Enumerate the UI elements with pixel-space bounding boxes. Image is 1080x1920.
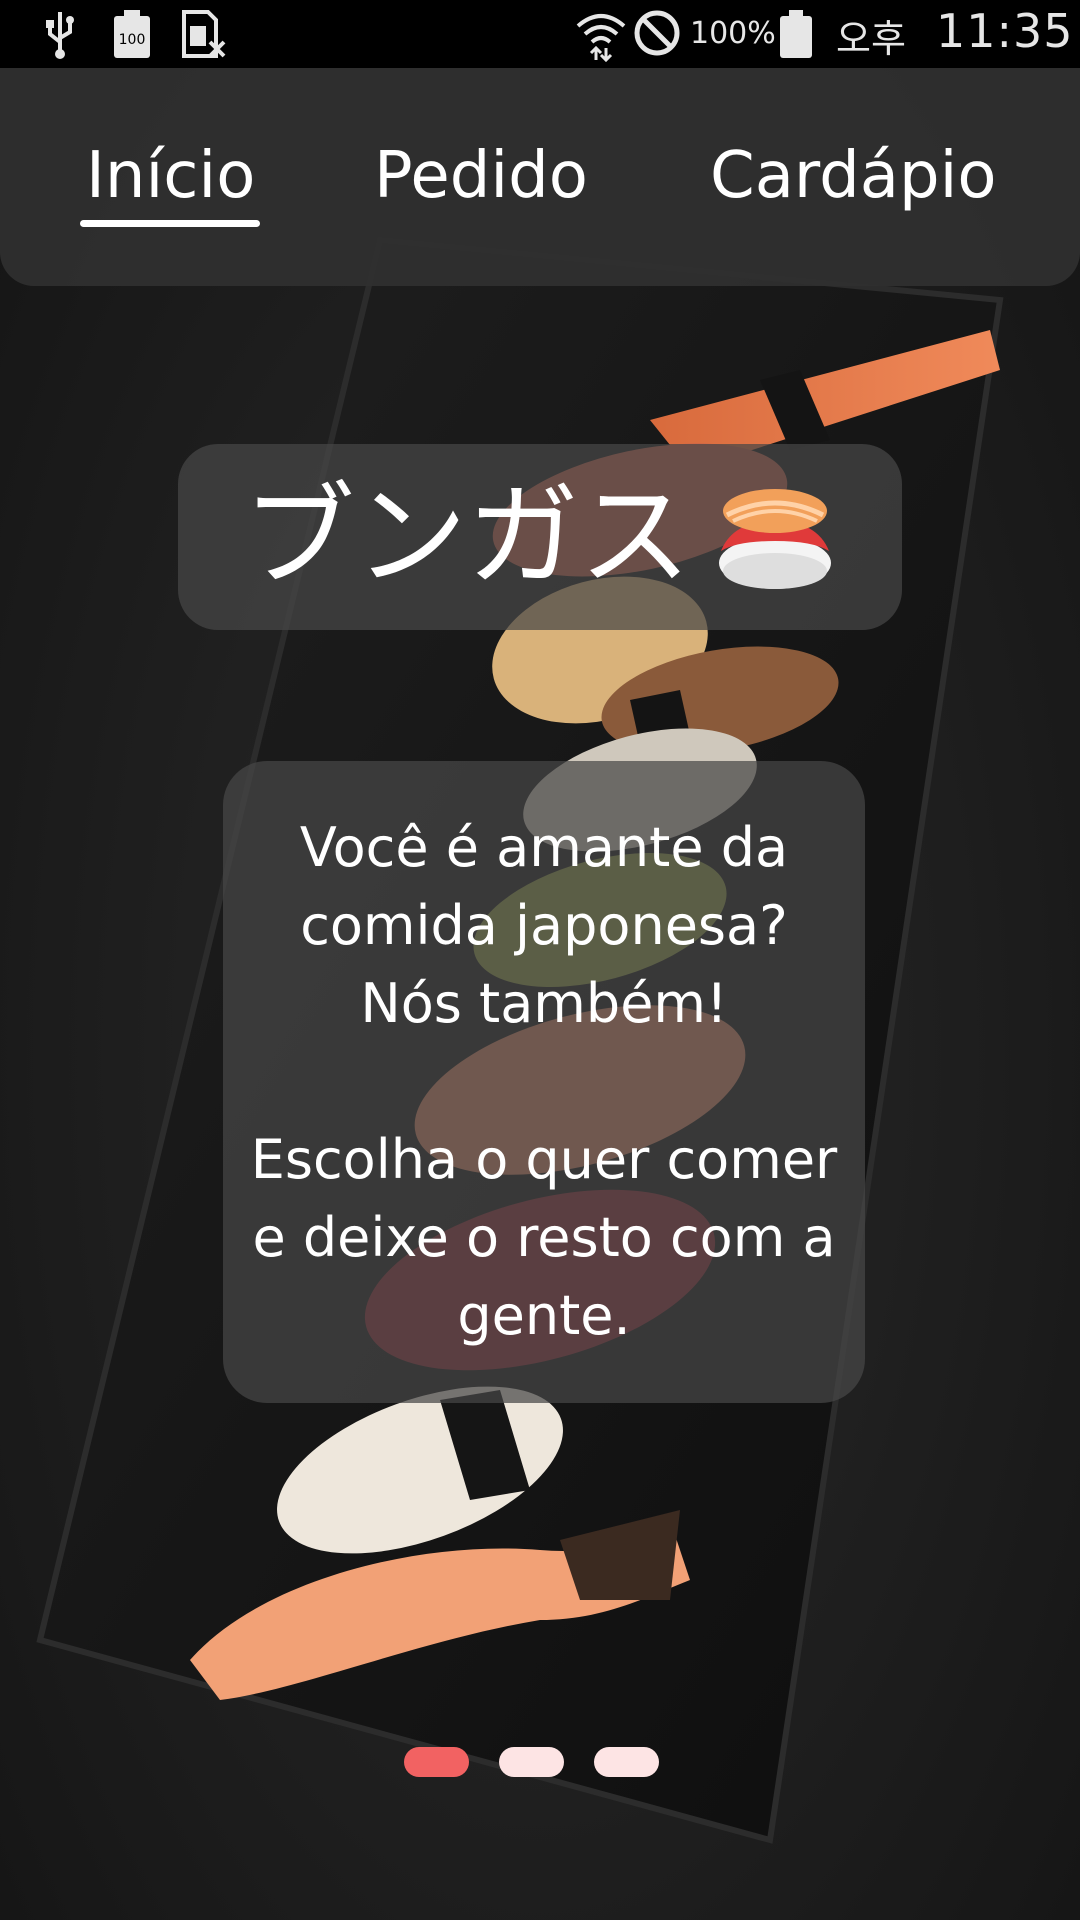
carousel-indicator	[404, 1747, 659, 1777]
app-screen: 100 100% 오후 11:35 Início Pedido Cardápio…	[0, 0, 1080, 1920]
intro-text-1: Você é amante da comida japonesa? Nós ta…	[299, 816, 789, 1035]
sushi-icon	[719, 489, 831, 589]
brand-title-card: ブンガス	[178, 444, 902, 630]
brand-title: ブンガス	[243, 472, 691, 602]
tab-pedido[interactable]: Pedido	[374, 138, 588, 214]
battery-percent: 100%	[690, 16, 776, 51]
battery-icon	[780, 10, 812, 58]
top-nav-bar: Início Pedido Cardápio	[0, 68, 1080, 286]
active-tab-indicator	[80, 220, 260, 227]
usb-icon	[46, 12, 74, 59]
wifi-icon	[576, 14, 626, 62]
do-not-disturb-icon	[634, 10, 680, 56]
battery-100-icon: 100	[114, 10, 150, 58]
intro-card: Você é amante da comida japonesa? Nós ta…	[223, 761, 865, 1403]
carousel-dot-1[interactable]	[404, 1747, 469, 1777]
carousel-dot-3[interactable]	[594, 1747, 659, 1777]
status-bar: 100 100% 오후 11:35	[0, 0, 1080, 68]
sim-card-off-icon	[182, 10, 226, 58]
status-ampm: 오후	[836, 17, 906, 61]
carousel-dot-2[interactable]	[499, 1747, 564, 1777]
tab-inicio[interactable]: Início	[86, 138, 255, 214]
status-clock: 11:35	[936, 4, 1074, 58]
tab-cardapio[interactable]: Cardápio	[710, 138, 997, 214]
svg-text:100: 100	[119, 32, 146, 48]
intro-text-2: Escolha o quer comer e deixe o resto com…	[250, 1128, 838, 1347]
